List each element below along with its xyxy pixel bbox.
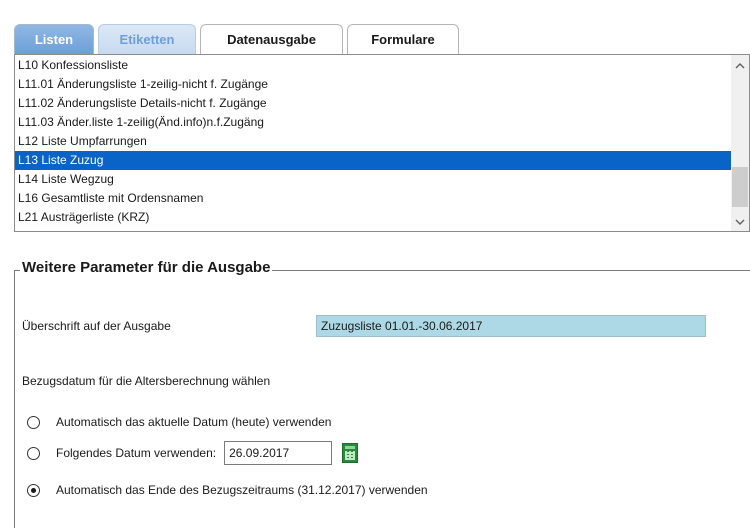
list-item[interactable]: L14 Liste Wegzug — [15, 170, 731, 189]
chevron-up-icon[interactable] — [731, 57, 749, 75]
radio-period-end-label: Automatisch das Ende des Bezugszeitraums… — [56, 483, 428, 497]
tab-listen[interactable]: Listen — [14, 24, 94, 54]
radio-fixed[interactable] — [27, 446, 40, 460]
list-item-selected[interactable]: L13 Liste Zuzug — [15, 151, 731, 170]
list-items: L10 Konfessionsliste L11.01 Änderungslis… — [15, 56, 731, 227]
fixed-date-input[interactable] — [224, 441, 333, 465]
report-listbox[interactable]: L10 Konfessionsliste L11.01 Änderungslis… — [14, 54, 750, 232]
scroll-thumb[interactable] — [732, 167, 748, 207]
radio-today-label: Automatisch das aktuelle Datum (heute) v… — [56, 415, 332, 429]
parameters-group: Weitere Parameter für die Ausgabe Übersc… — [14, 259, 750, 528]
list-item[interactable]: L10 Konfessionsliste — [15, 56, 731, 75]
radio-period-end[interactable] — [27, 483, 40, 497]
list-scrollbar[interactable] — [731, 55, 749, 231]
radio-fixed-label: Folgendes Datum verwenden: — [56, 446, 217, 460]
list-item[interactable]: L16 Gesamtliste mit Ordensnamen — [15, 189, 731, 208]
list-item[interactable]: L11.02 Änderungsliste Details-nicht f. Z… — [15, 94, 731, 113]
list-item[interactable]: L11.01 Änderungsliste 1-zeilig-nicht f. … — [15, 75, 731, 94]
calendar-icon[interactable] — [342, 443, 359, 463]
headline-input[interactable] — [316, 315, 706, 337]
tab-datenausgabe[interactable]: Datenausgabe — [200, 24, 343, 54]
radio-period-end-row[interactable]: Automatisch das Ende des Bezugszeitraums… — [27, 483, 428, 497]
list-item[interactable]: L11.03 Änder.liste 1-zeilig(Änd.info)n.f… — [15, 113, 731, 132]
radio-today-row[interactable]: Automatisch das aktuelle Datum (heute) v… — [27, 415, 331, 429]
headline-label: Überschrift auf der Ausgabe — [22, 319, 171, 333]
list-item[interactable]: L21 Austrägerliste (KRZ) — [15, 208, 731, 227]
radio-fixed-row[interactable]: Folgendes Datum verwenden: — [27, 441, 359, 465]
chevron-down-icon[interactable] — [731, 213, 749, 231]
list-item[interactable]: L12 Liste Umpfarrungen — [15, 132, 731, 151]
ref-date-label: Bezugsdatum für die Altersberechnung wäh… — [22, 374, 271, 388]
radio-today[interactable] — [27, 415, 40, 429]
tab-bar: Listen Etiketten Datenausgabe Formulare — [14, 24, 459, 54]
tab-etiketten[interactable]: Etiketten — [98, 24, 196, 54]
tab-formulare[interactable]: Formulare — [347, 24, 459, 54]
parameters-legend: Weitere Parameter für die Ausgabe — [20, 259, 273, 276]
